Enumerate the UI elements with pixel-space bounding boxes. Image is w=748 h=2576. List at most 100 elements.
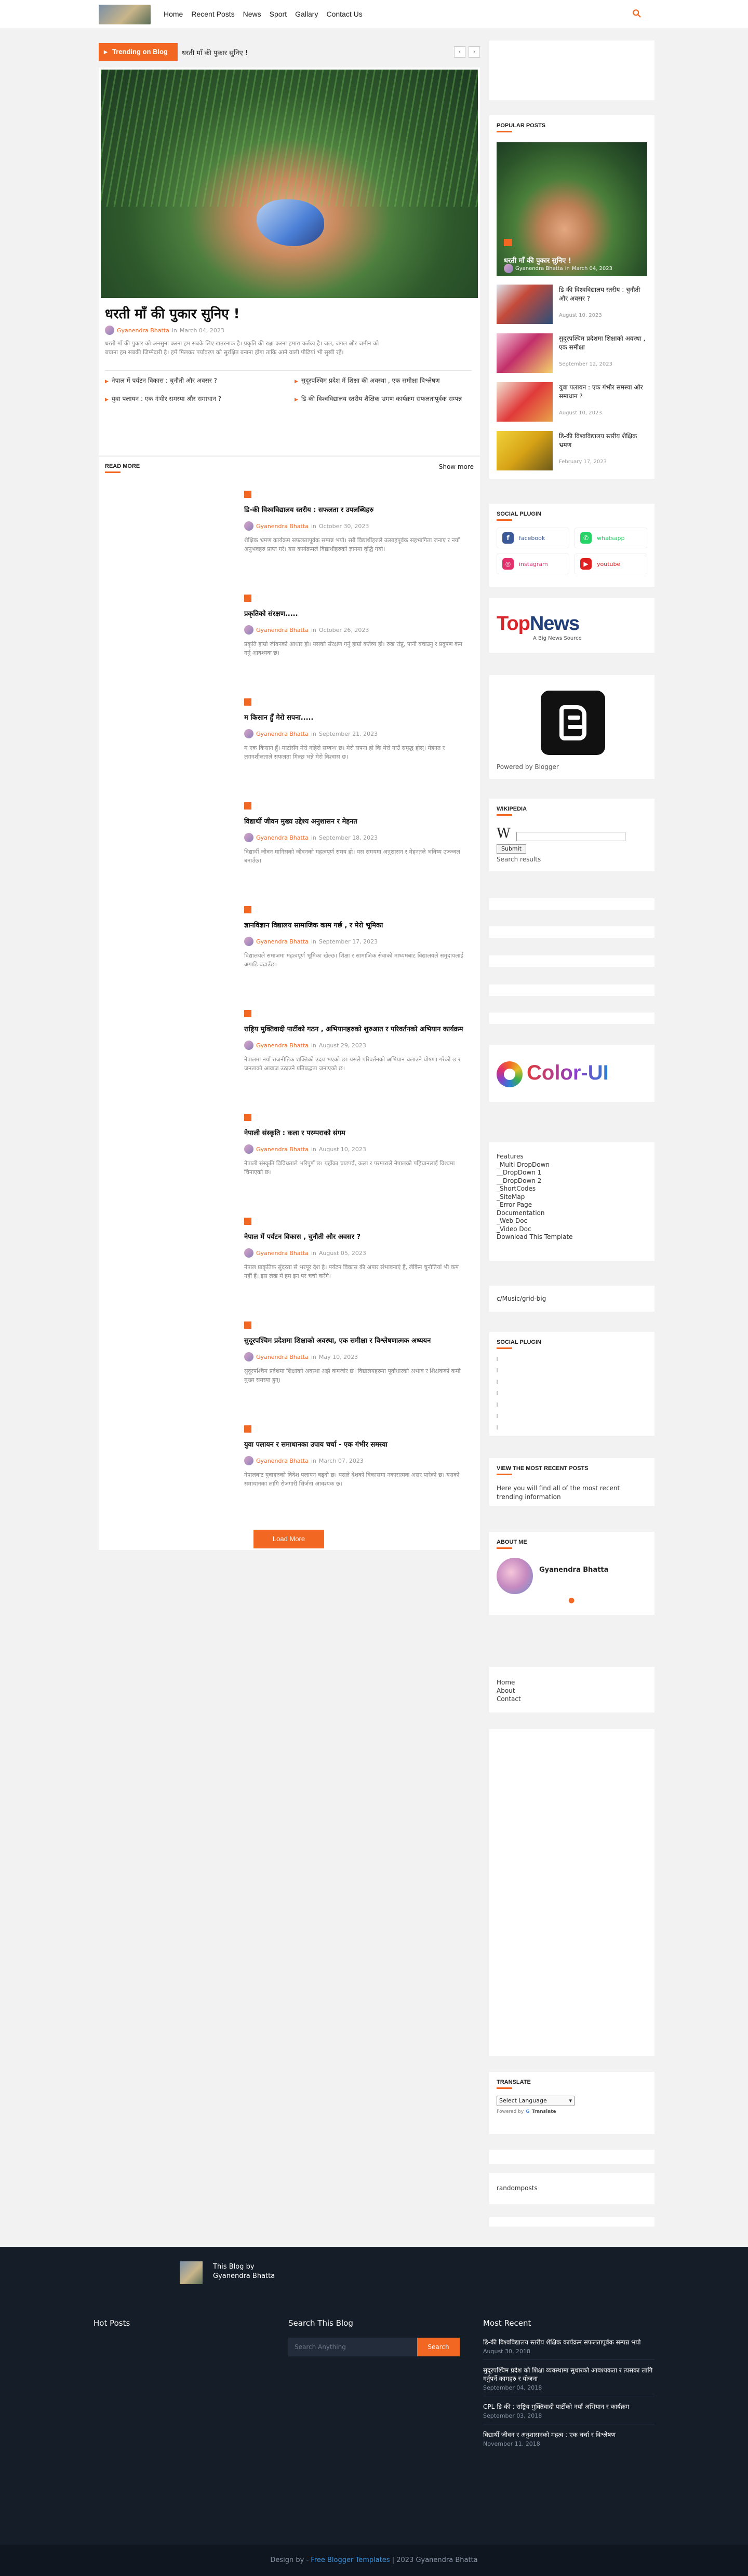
topnews-logo[interactable]: TopNews: [497, 613, 580, 635]
post-thumbnail[interactable]: [244, 595, 251, 602]
link-error-page[interactable]: _Error Page: [497, 1201, 573, 1209]
list-item[interactable]: सुदूरपश्चिम प्रदेश को शिक्षा व्यवस्थामा …: [483, 2360, 654, 2396]
blogger-widget: Powered by Blogger: [489, 675, 654, 779]
load-more-button[interactable]: Load More: [253, 1530, 324, 1548]
post-title[interactable]: डि-की विश्वविद्यालय स्तरीय : सफलता र उपल…: [244, 505, 468, 515]
link-web-doc[interactable]: _Web Doc: [497, 1217, 573, 1225]
link-dropdown-1[interactable]: __DropDown 1: [497, 1169, 573, 1177]
author-name[interactable]: Gyanendra Bhatta: [256, 1354, 309, 1360]
wikipedia-search-input[interactable]: [516, 832, 625, 841]
post-thumbnail[interactable]: [244, 802, 251, 810]
post-date: October 26, 2023: [318, 626, 369, 633]
nav-gallary[interactable]: Gallary: [295, 10, 318, 18]
post-thumbnail[interactable]: [244, 491, 251, 498]
avatar[interactable]: [497, 1558, 533, 1594]
author-name[interactable]: Gyanendra Bhatta: [256, 1458, 309, 1464]
footer-search-input[interactable]: Search Anything: [288, 2338, 417, 2356]
trending-headline[interactable]: धरती माँ की पुकार सुनिए !: [182, 48, 248, 57]
popular-post-big[interactable]: धरती माँ की पुकार सुनिए ! Gyanendra Bhat…: [497, 142, 647, 276]
next-arrow-icon[interactable]: ›: [469, 46, 480, 58]
wikipedia-widget: WIKIPEDIA W Submit Search results: [489, 799, 654, 871]
youtube-button[interactable]: ▶ youtube: [575, 554, 647, 574]
prev-arrow-icon[interactable]: ‹: [454, 46, 465, 58]
link-documentation[interactable]: Documentation: [497, 1209, 573, 1218]
link-video-doc[interactable]: _Video Doc: [497, 1225, 573, 1234]
post-thumbnail[interactable]: [244, 906, 251, 913]
author-name[interactable]: Gyanendra Bhatta: [256, 1146, 309, 1153]
link-shortcodes[interactable]: _ShortCodes: [497, 1185, 573, 1193]
post-title[interactable]: ज्ञानविज्ञान विद्यालय सामाजिक काम गर्छ ,…: [244, 921, 468, 930]
popular-item[interactable]: डि-की विश्वविद्यालय स्तरीय : चुनौती और अ…: [497, 285, 647, 324]
post-date: May 10, 2023: [318, 1353, 358, 1360]
author-name[interactable]: Gyanendra Bhatta: [256, 627, 309, 633]
list-item[interactable]: डि-की विश्वविद्यालय स्तरीय शैक्षिक कार्य…: [483, 2334, 654, 2360]
topnews-widget: TopNews A Big News Source: [489, 598, 654, 653]
popular-item[interactable]: युवा पलायन : एक गंभीर समस्या और समाधान ?…: [497, 382, 647, 422]
link-download-template[interactable]: Download This Template: [497, 1233, 573, 1242]
author-name[interactable]: Gyanendra Bhatta: [256, 834, 309, 841]
nav-home[interactable]: Home: [164, 10, 183, 18]
author-name[interactable]: Gyanendra Bhatta: [256, 1250, 309, 1257]
post-thumbnail[interactable]: [244, 1010, 251, 1017]
social-plugin-widget-2: SOCIAL PLUGIN: [489, 1332, 654, 1436]
google-logo: G: [526, 2109, 530, 2114]
instagram-button[interactable]: ◎ instagram: [497, 554, 569, 574]
list-item[interactable]: CPL-डि-की : राष्ट्रिय मुक्तिवादी पार्टीक…: [483, 2396, 654, 2424]
post-title[interactable]: नेपाल में पर्यटन विकास , चुनौती और अवसर …: [244, 1232, 468, 1242]
author-name[interactable]: Gyanendra Bhatta: [256, 938, 309, 945]
link-sitemap[interactable]: _SiteMap: [497, 1193, 573, 1202]
link-contact[interactable]: Contact: [497, 1695, 521, 1703]
featured-excerpt: धरती माँ की पुकार को अनसुना करना हम सबके…: [105, 340, 379, 356]
post-title[interactable]: युवा पलायन र समाधानका उपाय चर्चा - एक गं…: [244, 1440, 468, 1450]
link-home[interactable]: Home: [497, 1678, 521, 1687]
popular-item[interactable]: सुदूरपश्चिम प्रदेशमा शिक्षाको अवस्था , ए…: [497, 333, 647, 373]
search-icon[interactable]: [632, 9, 642, 18]
post-thumbnail[interactable]: [244, 1218, 251, 1225]
nav-recent-posts[interactable]: Recent Posts: [191, 10, 234, 18]
list-item[interactable]: विद्यार्थी जीवन र अनुशासनको महत्व : एक च…: [483, 2424, 654, 2452]
post-thumbnail[interactable]: [244, 1321, 251, 1329]
facebook-button[interactable]: f facebook: [497, 528, 569, 548]
author-avatar: [244, 625, 253, 635]
featured-title[interactable]: धरती माँ की पुकार सुनिए !: [105, 304, 240, 322]
whatsapp-button[interactable]: ✆ whatsapp: [575, 528, 647, 548]
footer-search-button[interactable]: Search: [417, 2338, 460, 2356]
post-title[interactable]: म किसान हुँ मेरो सपना.....: [244, 713, 468, 723]
related-item[interactable]: ▶ सुदूरपश्चिम प्रदेश में शिक्षा की अवस्था…: [295, 376, 472, 386]
link-features[interactable]: Features: [497, 1153, 573, 1161]
nav-sport[interactable]: Sport: [270, 10, 287, 18]
link-multi-dropdown[interactable]: _Multi DropDown: [497, 1161, 573, 1169]
featured-image[interactable]: [101, 70, 478, 298]
author-name[interactable]: Gyanendra Bhatta: [117, 327, 169, 334]
post-thumbnail[interactable]: [244, 698, 251, 706]
nav-news[interactable]: News: [243, 10, 261, 18]
footer-recent-list: डि-की विश्वविद्यालय स्तरीय शैक्षिक कार्य…: [483, 2334, 654, 2452]
show-more-link[interactable]: Show more: [439, 463, 474, 470]
wikipedia-submit-button[interactable]: Submit: [497, 844, 527, 854]
related-item[interactable]: ▶ डि-की विश्वविद्यालय स्तरीय शैक्षिक भ्रम…: [295, 395, 472, 404]
post-title[interactable]: प्रकृतिको संरक्षण.....: [244, 609, 468, 619]
footer-avatar[interactable]: [180, 2261, 203, 2284]
about-name[interactable]: Gyanendra Bhatta: [539, 1566, 608, 1574]
post-thumbnail[interactable]: [244, 1114, 251, 1121]
blogger-logo-icon[interactable]: [541, 691, 605, 755]
author-name[interactable]: Gyanendra Bhatta: [256, 731, 309, 737]
post-title[interactable]: नेपाली संस्कृति : कला र परम्पराको संगम: [244, 1128, 468, 1138]
language-select[interactable]: Select Language ▾: [497, 2096, 575, 2106]
related-item[interactable]: ▶ युवा पलायन : एक गंभीर समस्या और समाधान …: [105, 395, 282, 404]
post-thumbnail[interactable]: [244, 1425, 251, 1433]
post-title[interactable]: राष्ट्रिय मुक्तिवादी पार्टीको गठन , अभिय…: [244, 1024, 468, 1034]
author-name[interactable]: Gyanendra Bhatta: [256, 1042, 309, 1049]
related-item[interactable]: ▶ नेपाल में पर्यटन विकास : चुनौती और अवसर…: [105, 376, 282, 386]
popular-item[interactable]: डि-की विश्वविद्यालय स्तरीय शैक्षिक भ्रमण…: [497, 431, 647, 470]
link-about[interactable]: About: [497, 1687, 521, 1695]
link-dropdown-2[interactable]: __DropDown 2: [497, 1177, 573, 1185]
credit-link[interactable]: Free Blogger Templates: [311, 2556, 390, 2564]
post-title[interactable]: सुदूरपश्चिम प्रदेशमा शिक्षाको अवस्था, एक…: [244, 1336, 468, 1346]
author-name[interactable]: Gyanendra Bhatta: [256, 523, 309, 530]
site-logo[interactable]: [99, 5, 151, 24]
nav-contact[interactable]: Contact Us: [326, 10, 362, 18]
youtube-icon: ▶: [580, 558, 592, 570]
post-title[interactable]: विद्यार्थी जीवन मुख्य उद्देश्य अनुशासन र…: [244, 817, 468, 827]
color-ui-logo[interactable]: Color-UI: [527, 1061, 609, 1085]
